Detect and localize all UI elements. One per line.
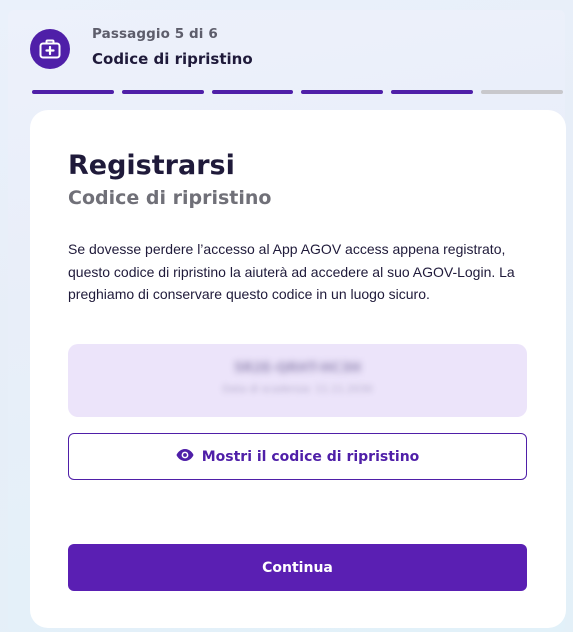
step-header: Passaggio 5 di 6 Codice di ripristino bbox=[30, 22, 550, 82]
recovery-code-description: Se dovesse perdere l’accesso al App AGOV… bbox=[68, 241, 515, 302]
page-subtitle: Codice di ripristino bbox=[68, 187, 272, 209]
recovery-code-value: 5R2E-QRHT-HC3H bbox=[233, 361, 362, 376]
step-meta: Passaggio 5 di 6 Codice di ripristino bbox=[92, 26, 253, 68]
progress-segment-5 bbox=[391, 90, 474, 94]
page-title: Registrarsi bbox=[68, 150, 235, 181]
continue-button[interactable]: Continua bbox=[68, 544, 527, 591]
registration-card: Registrarsi Codice di ripristino Se dove… bbox=[30, 110, 566, 628]
progress-bar bbox=[32, 90, 563, 94]
show-recovery-code-label: Mostri il codice di ripristino bbox=[201, 448, 420, 465]
progress-segment-6 bbox=[481, 90, 563, 94]
first-aid-kit-icon bbox=[30, 29, 70, 69]
progress-segment-1 bbox=[32, 90, 114, 94]
step-counter: Passaggio 5 di 6 bbox=[92, 26, 218, 42]
progress-segment-2 bbox=[121, 90, 204, 94]
step-title: Codice di ripristino bbox=[92, 50, 253, 68]
continue-label: Continua bbox=[262, 559, 333, 576]
show-recovery-code-button[interactable]: Mostri il codice di ripristino bbox=[68, 433, 527, 480]
progress-segment-3 bbox=[211, 90, 294, 94]
progress-segment-4 bbox=[301, 90, 384, 94]
recovery-code-box: 5R2E-QRHT-HC3H Data di scadenza: 11.11.2… bbox=[68, 344, 527, 417]
recovery-code-expiry: Data di scadenza: 11.11.2030 bbox=[222, 384, 373, 395]
eye-icon bbox=[176, 448, 194, 466]
